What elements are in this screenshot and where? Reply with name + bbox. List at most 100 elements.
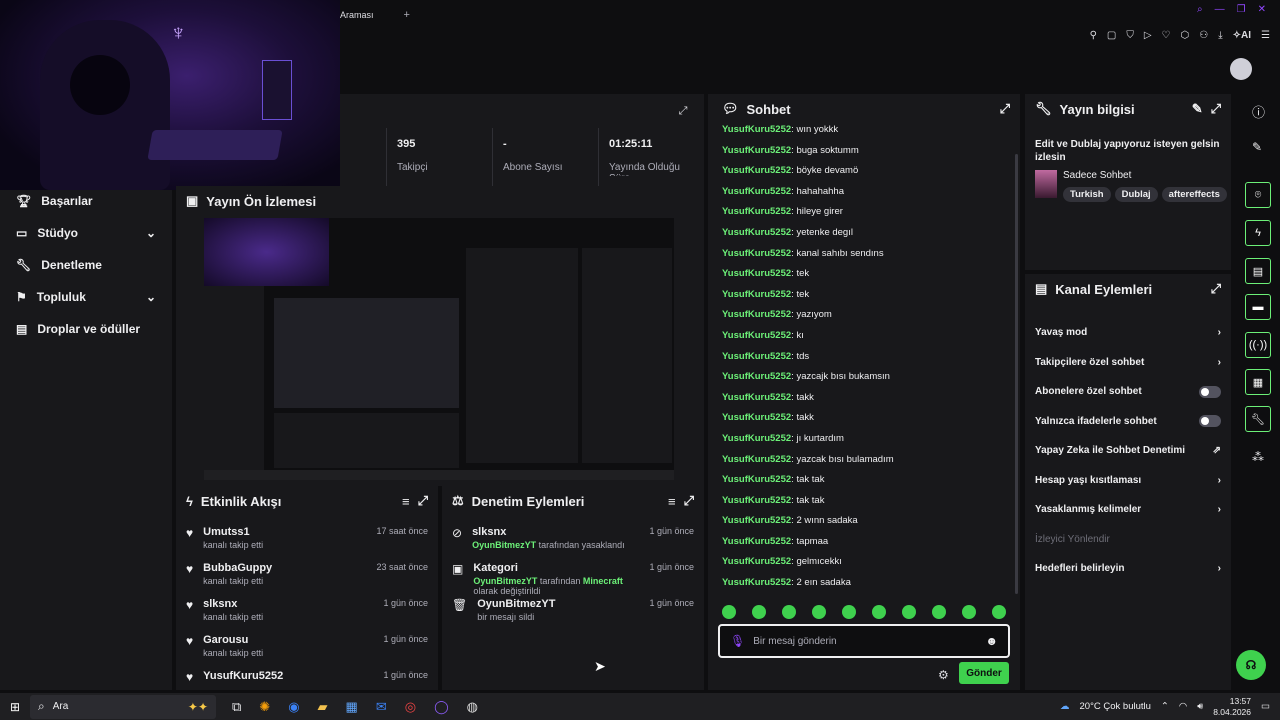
pencil-icon[interactable]: ✎: [1252, 140, 1262, 154]
emote-icon[interactable]: [992, 605, 1006, 619]
tag[interactable]: aftereffects: [1161, 187, 1227, 202]
action-banned-words[interactable]: Yasaklanmış kelimeler ›: [1025, 495, 1231, 525]
folder-icon[interactable]: ▰: [318, 699, 328, 715]
rail-chat-icon[interactable]: ▬: [1245, 294, 1271, 320]
mod-user[interactable]: OyunBitmezYT: [473, 576, 537, 586]
wifi-icon[interactable]: ◠: [1179, 701, 1187, 712]
emote-icon[interactable]: [782, 605, 796, 619]
edge-icon[interactable]: ◉: [288, 699, 299, 715]
tag[interactable]: Dublaj: [1114, 187, 1158, 202]
popout-icon[interactable]: ⤢: [1211, 101, 1221, 117]
menu-icon[interactable]: ☰: [1261, 30, 1270, 41]
chat-username[interactable]: YusufKuru5252: [722, 186, 791, 197]
action-followers-only[interactable]: Takipçilere özel sohbet ›: [1025, 348, 1231, 378]
popout-icon[interactable]: ⤢: [684, 493, 694, 509]
extensions-icon[interactable]: ⁂: [1252, 450, 1264, 464]
chat-username[interactable]: YusufKuru5252: [722, 227, 791, 238]
download-icon[interactable]: ⤓: [1218, 30, 1222, 41]
action-ai-moderation[interactable]: Yapay Zeka ile Sohbet Denetimi ⇗: [1025, 436, 1231, 466]
chat-username[interactable]: YusufKuru5252: [722, 454, 791, 465]
action-slow-mode[interactable]: Yavaş mod ›: [1025, 318, 1231, 348]
chat-username[interactable]: YusufKuru5252: [722, 268, 791, 279]
help-headset-icon[interactable]: ☊: [1236, 650, 1266, 680]
copilot-icon[interactable]: ✺: [259, 699, 270, 715]
volume-icon[interactable]: 🔊︎: [1197, 701, 1203, 712]
category-name[interactable]: Sadece Sohbet: [1063, 170, 1131, 181]
maximize-icon[interactable]: ❐: [1237, 4, 1246, 15]
emote-icon[interactable]: [962, 605, 976, 619]
nav-item-community[interactable]: ⚑ Topluluk ⌄: [0, 281, 172, 313]
chat-username[interactable]: YusufKuru5252: [722, 309, 791, 320]
new-tab-button[interactable]: +: [404, 9, 410, 21]
nav-item-achievements[interactable]: 🏆︎ Başarılar: [0, 185, 172, 217]
action-emote-only[interactable]: Yalnızca ifadelerle sohbet: [1025, 407, 1231, 437]
chat-username[interactable]: YusufKuru5252: [722, 124, 791, 135]
chat-username[interactable]: YusufKuru5252: [722, 371, 791, 382]
action-subs-only[interactable]: Abonelere özel sohbet: [1025, 377, 1231, 407]
chat-username[interactable]: YusufKuru5252: [722, 577, 791, 588]
chat-username[interactable]: YusufKuru5252: [722, 351, 791, 362]
rail-layout-icon[interactable]: ▦: [1245, 369, 1271, 395]
chat-username[interactable]: YusufKuru5252: [722, 392, 791, 403]
chat-scrollbar[interactable]: [1015, 154, 1018, 594]
popout-icon[interactable]: ⤢: [1000, 101, 1010, 117]
notifications-icon[interactable]: ▭: [1261, 701, 1270, 712]
tag[interactable]: Turkish: [1063, 187, 1111, 202]
emoji-icon[interactable]: ☻: [985, 634, 998, 648]
shield-icon[interactable]: ⛉: [1126, 30, 1134, 41]
send-button[interactable]: Gönder: [959, 662, 1009, 684]
preview-video[interactable]: [204, 218, 674, 480]
weather-text[interactable]: 20°C Çok bulutlu: [1080, 701, 1151, 712]
pin-icon[interactable]: ⚲: [1090, 30, 1097, 41]
task-view-icon[interactable]: ⧉: [232, 699, 241, 715]
emote-icon[interactable]: [902, 605, 916, 619]
app-icon[interactable]: ◯: [434, 699, 449, 715]
emote-icon[interactable]: [932, 605, 946, 619]
minimize-icon[interactable]: —: [1215, 4, 1225, 15]
windows-start-icon[interactable]: ⊞: [0, 700, 30, 714]
emote-icon[interactable]: [752, 605, 766, 619]
taskbar-search[interactable]: ⌕ Ara ✦✦: [30, 694, 216, 719]
toggle-switch[interactable]: [1199, 415, 1221, 428]
rail-broadcast-icon[interactable]: ((·)): [1245, 332, 1271, 358]
settings-gear-icon[interactable]: ⚙: [938, 668, 949, 682]
rail-wrench-icon[interactable]: 🔧︎: [1245, 406, 1271, 432]
chat-username[interactable]: YusufKuru5252: [722, 165, 791, 176]
browser-tab[interactable]: Araması: [340, 10, 374, 20]
chat-username[interactable]: YusufKuru5252: [722, 330, 791, 341]
popout-icon[interactable]: ⤢: [1211, 281, 1221, 297]
screenshot-icon[interactable]: ▢: [1107, 30, 1116, 41]
toggle-switch[interactable]: [1199, 385, 1221, 398]
popout-icon[interactable]: ⤢: [418, 493, 428, 509]
emote-icon[interactable]: [872, 605, 886, 619]
close-icon[interactable]: ✕: [1258, 4, 1266, 15]
ai-icon[interactable]: ✧AI: [1233, 30, 1251, 41]
chat-username[interactable]: YusufKuru5252: [722, 206, 791, 217]
store-icon[interactable]: ▦: [346, 699, 358, 715]
filter-icon[interactable]: ≡: [668, 494, 676, 509]
tray-chevron-icon[interactable]: ⌃: [1161, 701, 1169, 712]
nav-item-studio[interactable]: ▭ Stüdyo ⌄: [0, 217, 172, 249]
chat-username[interactable]: YusufKuru5252: [722, 495, 791, 506]
profile-icon[interactable]: ⚇: [1199, 30, 1208, 41]
emote-icon[interactable]: [812, 605, 826, 619]
clock[interactable]: 13:57 8.04.2026: [1213, 696, 1251, 718]
search-icon[interactable]: ⌕: [1197, 4, 1203, 15]
nav-item-drops[interactable]: ▤ Droplar ve ödüller: [0, 313, 172, 345]
obs-icon[interactable]: ◍: [467, 699, 478, 715]
chat-username[interactable]: YusufKuru5252: [722, 433, 791, 444]
chat-username[interactable]: YusufKuru5252: [722, 248, 791, 259]
action-account-age[interactable]: Hesap yaşı kısıtlaması ›: [1025, 466, 1231, 496]
play-icon[interactable]: ▷: [1144, 30, 1152, 41]
mod-user[interactable]: OyunBitmezYT: [472, 540, 536, 550]
chat-username[interactable]: YusufKuru5252: [722, 474, 791, 485]
rail-bolt-icon[interactable]: ϟ: [1245, 220, 1271, 246]
outlook-icon[interactable]: ✉: [376, 699, 387, 715]
chat-username[interactable]: YusufKuru5252: [722, 536, 791, 547]
emote-icon[interactable]: [722, 605, 736, 619]
nav-item-moderation[interactable]: 🔧︎ Denetleme: [0, 249, 172, 281]
popout-icon[interactable]: ⤢: [676, 103, 690, 119]
chat-input[interactable]: 🎙︎ Bir mesaj gönderin ☻: [718, 624, 1010, 658]
opera-icon[interactable]: ◎: [405, 699, 416, 715]
chat-username[interactable]: YusufKuru5252: [722, 145, 791, 156]
